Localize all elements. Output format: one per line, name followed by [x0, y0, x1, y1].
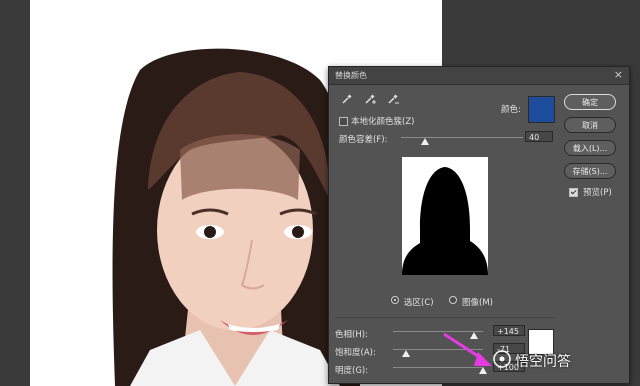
hue-label: 色相(H): — [335, 330, 368, 340]
color-label: 颜色: — [501, 105, 521, 115]
selection-radio[interactable] — [391, 296, 399, 304]
saturation-label: 饱和度(A): — [335, 348, 376, 358]
load-button[interactable]: 载入(L)... — [564, 140, 616, 156]
ok-button[interactable]: 确定 — [564, 94, 616, 110]
lightness-label: 明度(G): — [335, 366, 369, 376]
dialog-title: 替换颜色 — [335, 71, 367, 80]
cancel-button[interactable]: 取消 — [564, 117, 616, 133]
preview-label: 预览(P) — [583, 188, 612, 198]
localized-clusters-label: 本地化颜色簇(Z) — [351, 117, 415, 127]
watermark-text: 悟空问答 — [515, 354, 571, 370]
dialog-titlebar[interactable]: 替换颜色 × — [329, 67, 629, 85]
fuzziness-label: 颜色容差(F): — [339, 135, 388, 145]
saturation-slider-handle[interactable] — [402, 350, 411, 357]
watermark-logo-icon — [493, 350, 511, 368]
fuzziness-field[interactable]: 40 — [525, 131, 553, 142]
selection-radio-label: 选区(C) — [404, 298, 434, 308]
localized-clusters-checkbox[interactable] — [339, 117, 348, 126]
image-radio-label: 图像(M) — [462, 298, 493, 308]
eyedropper-icon[interactable] — [341, 93, 353, 105]
selected-color-swatch[interactable] — [528, 96, 555, 123]
separator — [335, 317, 555, 318]
eyedropper-minus-icon[interactable] — [387, 93, 399, 105]
fuzziness-slider[interactable] — [401, 137, 523, 138]
save-button[interactable]: 存储(S)... — [564, 163, 616, 179]
eyedropper-plus-icon[interactable] — [364, 93, 376, 105]
image-radio[interactable] — [449, 296, 457, 304]
fuzziness-slider-handle[interactable] — [421, 138, 430, 145]
close-icon[interactable]: × — [614, 68, 623, 81]
preview-checkbox[interactable] — [569, 188, 578, 197]
selection-preview — [402, 157, 488, 275]
